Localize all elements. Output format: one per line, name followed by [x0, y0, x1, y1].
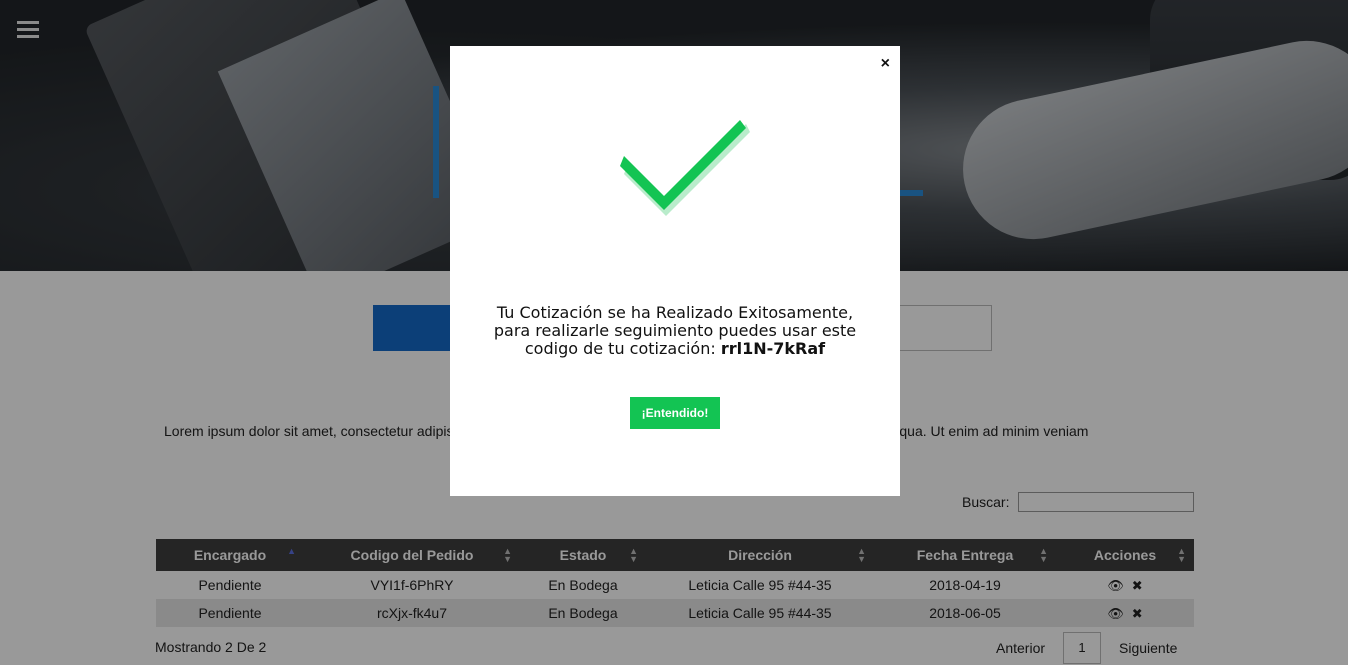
understood-button[interactable]: ¡Entendido! — [630, 397, 720, 429]
quotation-code: rrl1N-7kRaf — [720, 339, 826, 358]
success-modal: × Tu Cotización se ha Realizado Exitosam… — [450, 46, 900, 496]
success-message: Tu Cotización se ha Realizado Exitosamen… — [493, 303, 857, 358]
close-icon[interactable]: × — [881, 56, 890, 72]
checkmark-icon — [620, 120, 750, 216]
